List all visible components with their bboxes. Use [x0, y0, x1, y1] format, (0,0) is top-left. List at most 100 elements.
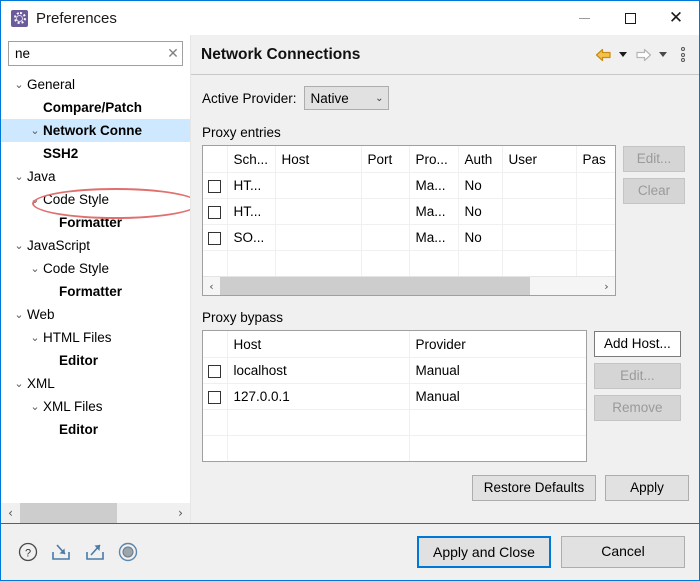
proxy-entries-scroll-track[interactable] [220, 277, 598, 295]
sidebar-item-ssh2[interactable]: SSH2 [1, 142, 190, 165]
chevron-down-icon[interactable]: ⌄ [27, 263, 43, 274]
apply-and-close-button[interactable]: Apply and Close [417, 536, 551, 568]
column-header[interactable]: Host [275, 146, 361, 173]
preferences-sidebar: ✕ ⌄General Compare/Patch ⌄Network ConneSSH… [1, 35, 191, 523]
forward-history-dropdown[interactable] [656, 43, 670, 67]
chevron-down-icon[interactable]: ⌄ [11, 378, 27, 389]
chevron-down-icon[interactable]: ⌄ [11, 309, 27, 320]
sidebar-item-network-conne[interactable]: ⌄Network Conne [1, 119, 190, 142]
clear-filter-icon[interactable]: ✕ [164, 46, 182, 62]
search-input[interactable] [9, 46, 164, 61]
column-header[interactable]: User [502, 146, 576, 173]
maximize-button[interactable] [607, 1, 653, 35]
chevron-down-icon[interactable]: ⌄ [27, 125, 43, 136]
sidebar-item-code-style[interactable]: ⌄Code Style [1, 188, 190, 211]
gear-icon [11, 10, 28, 27]
sidebar-item-editor[interactable]: Editor [1, 349, 190, 372]
addhost-button[interactable]: Add Host... [594, 331, 681, 357]
chevron-down-icon[interactable]: ⌄ [27, 194, 43, 205]
sidebar-item-label: Code Style [43, 261, 112, 276]
chevron-down-icon[interactable]: ⌄ [27, 401, 43, 412]
minimize-button[interactable] [561, 1, 607, 35]
cell-empty [227, 251, 275, 277]
cell-user [502, 225, 576, 251]
scroll-left-icon[interactable]: ‹ [1, 503, 20, 523]
row-checkbox-cell[interactable] [203, 173, 227, 199]
chevron-down-icon[interactable]: ⌄ [27, 332, 43, 343]
column-header[interactable]: Sch... [227, 146, 275, 173]
proxy-entries-table-wrap: Sch...HostPortPro...AuthUserPas HT...Ma.… [202, 145, 616, 296]
apply-button[interactable]: Apply [605, 475, 689, 501]
import-icon[interactable] [49, 541, 73, 563]
row-checkbox-cell[interactable] [203, 358, 227, 384]
sidebar-item-formatter[interactable]: Formatter [1, 280, 190, 303]
edit-button: Edit... [623, 146, 685, 172]
cell-provider: Ma... [409, 173, 458, 199]
row-checkbox[interactable] [208, 180, 221, 193]
row-checkbox-cell[interactable] [203, 225, 227, 251]
scroll-left-icon[interactable]: ‹ [203, 277, 220, 295]
column-header[interactable]: Provider [409, 331, 586, 358]
filter-box: ✕ [8, 41, 183, 66]
select-all-cell [203, 146, 227, 173]
table-row[interactable]: HT...Ma...No [203, 199, 616, 225]
table-row[interactable]: localhostManual [203, 358, 586, 384]
row-checkbox-cell[interactable] [203, 199, 227, 225]
cell-user [502, 199, 576, 225]
scroll-right-icon[interactable]: › [598, 277, 615, 295]
sidebar-item-html-files[interactable]: ⌄HTML Files [1, 326, 190, 349]
dialog-body: ✕ ⌄General Compare/Patch ⌄Network ConneSSH… [1, 35, 699, 523]
record-icon[interactable] [117, 541, 139, 563]
sidebar-item-xml[interactable]: ⌄XML [1, 372, 190, 395]
table-row[interactable]: 127.0.0.1Manual [203, 384, 586, 410]
back-history-dropdown[interactable] [616, 43, 630, 67]
column-header[interactable]: Port [361, 146, 409, 173]
close-button[interactable]: ✕ [653, 1, 699, 35]
sidebar-item-label: Compare/Patch [43, 100, 145, 115]
cell-provider: Ma... [409, 199, 458, 225]
sidebar-item-javascript[interactable]: ⌄JavaScript [1, 234, 190, 257]
cancel-button[interactable]: Cancel [561, 536, 685, 568]
sidebar-scroll-thumb[interactable] [20, 503, 117, 523]
preferences-tree[interactable]: ⌄GeneralCompare/Patch⌄Network ConneSSH2⌄… [1, 71, 190, 502]
close-icon: ✕ [669, 10, 683, 27]
sidebar-item-formatter[interactable]: Formatter [1, 211, 190, 234]
chevron-down-icon[interactable]: ⌄ [11, 171, 27, 182]
active-provider-value: Native [311, 91, 376, 106]
row-checkbox[interactable] [208, 206, 221, 219]
column-header[interactable]: Auth [458, 146, 502, 173]
row-checkbox[interactable] [208, 391, 221, 404]
view-menu-icon[interactable] [675, 43, 691, 67]
window-controls: ✕ [561, 1, 699, 35]
help-icon[interactable]: ? [17, 541, 39, 563]
restore-defaults-button[interactable]: Restore Defaults [472, 475, 596, 501]
sidebar-item-editor[interactable]: Editor [1, 418, 190, 441]
proxy-entries-scroll-thumb[interactable] [220, 277, 530, 295]
column-header[interactable]: Host [227, 331, 409, 358]
table-row[interactable]: SO...Ma...No [203, 225, 616, 251]
chevron-down-icon[interactable]: ⌄ [11, 79, 27, 90]
forward-button[interactable] [632, 43, 654, 67]
sidebar-item-java[interactable]: ⌄Java [1, 165, 190, 188]
active-provider-select[interactable]: Native ⌄ [304, 86, 389, 110]
row-checkbox[interactable] [208, 232, 221, 245]
chevron-down-icon [659, 52, 667, 57]
sidebar-item-compare-patch[interactable]: Compare/Patch [1, 96, 190, 119]
chevron-down-icon[interactable]: ⌄ [11, 240, 27, 251]
scroll-right-icon[interactable]: › [171, 503, 190, 523]
sidebar-item-web[interactable]: ⌄Web [1, 303, 190, 326]
cell-auth: No [458, 225, 502, 251]
sidebar-horizontal-scrollbar[interactable]: ‹ › [1, 502, 190, 523]
sidebar-item-general[interactable]: ⌄General [1, 73, 190, 96]
column-header[interactable]: Pro... [409, 146, 458, 173]
table-row[interactable]: HT...Ma...No [203, 173, 616, 199]
sidebar-item-code-style[interactable]: ⌄Code Style [1, 257, 190, 280]
column-header[interactable]: Pas [576, 146, 616, 173]
sidebar-item-xml-files[interactable]: ⌄XML Files [1, 395, 190, 418]
export-icon[interactable] [83, 541, 107, 563]
row-checkbox-cell[interactable] [203, 384, 227, 410]
row-checkbox[interactable] [208, 365, 221, 378]
sidebar-scroll-track[interactable] [20, 503, 171, 523]
proxy-entries-horizontal-scrollbar[interactable]: ‹ › [203, 276, 615, 295]
back-button[interactable] [592, 43, 614, 67]
